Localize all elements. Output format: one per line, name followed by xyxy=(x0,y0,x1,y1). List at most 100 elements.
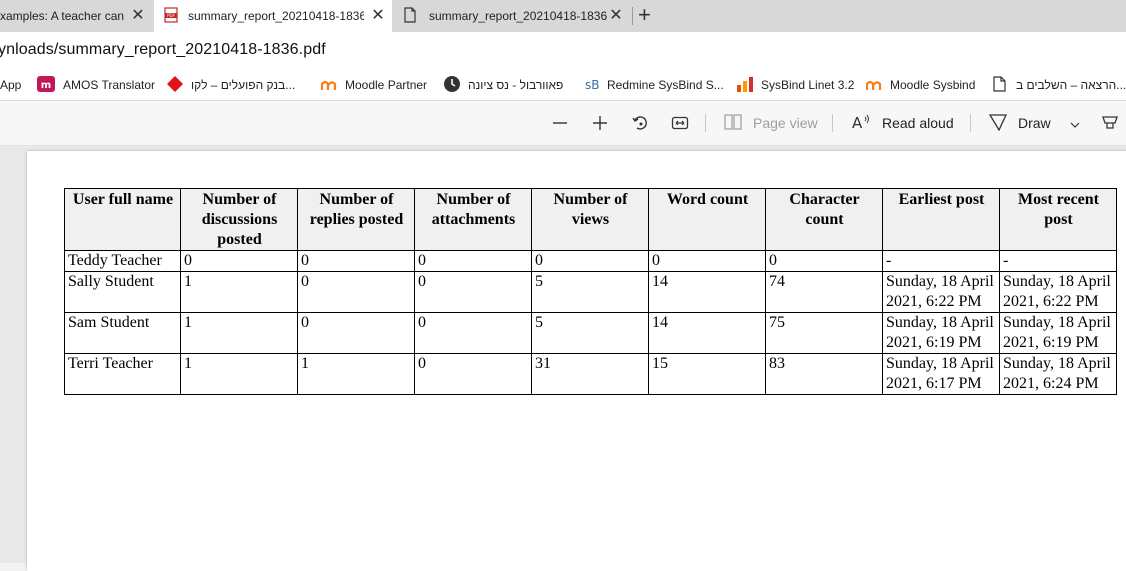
bar-chart-icon xyxy=(737,76,753,95)
table-cell: 0 xyxy=(648,250,766,272)
highlight-icon[interactable] xyxy=(1101,113,1119,133)
favorite-label: הרצאה – השלבים ב... xyxy=(1016,78,1126,92)
table-cell: Teddy Teacher xyxy=(64,250,181,272)
clock-icon xyxy=(444,75,460,95)
close-icon[interactable]: ✕ xyxy=(608,7,624,25)
column-header: Number of attachments xyxy=(414,188,532,251)
tab-label: summary_report_20210418-1836 xyxy=(188,9,364,23)
favorite-label: App xyxy=(0,78,22,92)
favorite-powerball[interactable]: פאוורבול - נס ציונה xyxy=(444,75,564,95)
table-cell: Terri Teacher xyxy=(64,353,181,395)
favorites-bar: App m AMOS Translator בנק הפועלים – לקו.… xyxy=(0,70,1126,101)
moodle-icon xyxy=(320,77,337,94)
url-text[interactable]: ynloads/summary_report_20210418-1836.pdf xyxy=(0,41,326,59)
table-row: Terri Teacher 1 1 0 31 15 83 Sunday, 18 … xyxy=(64,353,1117,395)
table-cell: Sally Student xyxy=(64,271,181,313)
table-cell: 0 xyxy=(414,353,532,395)
column-header: Number of discussions posted xyxy=(180,188,298,251)
read-aloud-button[interactable]: A Read aloud xyxy=(852,113,954,133)
table-cell: 1 xyxy=(297,353,415,395)
fit-to-page-icon[interactable] xyxy=(671,113,689,133)
close-icon[interactable]: ✕ xyxy=(130,7,146,25)
column-header: Most recent post xyxy=(999,188,1117,251)
table-cell: 0 xyxy=(297,312,415,354)
address-bar[interactable]: ynloads/summary_report_20210418-1836.pdf xyxy=(0,32,1126,70)
table-cell: - xyxy=(999,250,1117,272)
page-view-button[interactable]: Page view xyxy=(724,113,818,133)
column-header: Number of replies posted xyxy=(297,188,415,251)
amos-icon: m xyxy=(37,75,55,95)
table-cell: Sunday, 18 April 2021, 6:17 PM xyxy=(882,353,1000,395)
table-cell: 0 xyxy=(414,271,532,313)
tab-summary-report-active[interactable]: PDF summary_report_20210418-1836 ✕ xyxy=(154,0,392,32)
chevron-down-icon[interactable] xyxy=(1070,115,1080,131)
table-cell: 5 xyxy=(531,271,649,313)
tab-label: summary_report_20210418-1836 xyxy=(429,9,608,23)
zoom-out-icon[interactable] xyxy=(551,113,569,133)
table-row: Sally Student 1 0 0 5 14 74 Sunday, 18 A… xyxy=(64,271,1117,313)
close-icon[interactable]: ✕ xyxy=(370,7,386,25)
pdf-icon: PDF xyxy=(163,6,179,26)
toolbar-divider xyxy=(970,114,971,132)
table-cell: 75 xyxy=(765,312,883,354)
read-aloud-icon: A xyxy=(852,114,872,133)
new-tab-icon[interactable]: + xyxy=(638,4,651,26)
document-icon xyxy=(403,6,417,26)
page-view-label: Page view xyxy=(753,115,818,131)
table-cell: Sam Student xyxy=(64,312,181,354)
diamond-icon xyxy=(167,75,183,95)
svg-text:A: A xyxy=(852,114,863,130)
toolbar-divider xyxy=(705,114,706,132)
favorite-label: בנק הפועלים – לקו... xyxy=(191,78,296,92)
favorite-label: SysBind Linet 3.2 xyxy=(761,78,855,92)
table-cell: 1 xyxy=(180,353,298,395)
table-cell: Sunday, 18 April 2021, 6:22 PM xyxy=(882,271,1000,313)
favorite-redmine[interactable]: sB Redmine SysBind S... xyxy=(585,76,724,94)
table-cell: 0 xyxy=(414,250,532,272)
favorite-moodle-sysbind[interactable]: Moodle Sysbind xyxy=(865,76,975,94)
table-cell: 14 xyxy=(648,271,766,313)
favorite-label: Redmine SysBind S... xyxy=(607,78,724,92)
favorite-lecture[interactable]: הרצאה – השלבים ב... xyxy=(993,75,1126,95)
read-aloud-label: Read aloud xyxy=(882,115,954,131)
tab-divider xyxy=(632,7,633,25)
table-cell: Sunday, 18 April 2021, 6:22 PM xyxy=(999,271,1117,313)
moodle-icon xyxy=(865,77,882,94)
pdf-page: User full name Number of discussions pos… xyxy=(27,151,1126,571)
rotate-icon[interactable] xyxy=(631,113,649,133)
table-cell: 83 xyxy=(765,353,883,395)
table-cell: 5 xyxy=(531,312,649,354)
column-header: Character count xyxy=(765,188,883,251)
svg-text:sB: sB xyxy=(585,78,599,91)
tab-summary-report[interactable]: summary_report_20210418-1836 ✕ xyxy=(394,0,630,32)
page-view-icon xyxy=(724,113,742,133)
zoom-in-icon[interactable] xyxy=(591,113,609,133)
table-cell: 0 xyxy=(531,250,649,272)
favorite-bank-hapoalim[interactable]: בנק הפועלים – לקו... xyxy=(167,75,296,95)
favorite-moodle-partner[interactable]: Moodle Partner xyxy=(320,76,427,94)
pdf-viewer: User full name Number of discussions pos… xyxy=(0,146,1126,571)
column-header: Earliest post xyxy=(882,188,1000,251)
table-cell: Sunday, 18 April 2021, 6:19 PM xyxy=(999,312,1117,354)
favorite-amos-translator[interactable]: m AMOS Translator xyxy=(37,75,155,95)
table-row: Sam Student 1 0 0 5 14 75 Sunday, 18 Apr… xyxy=(64,312,1117,354)
table-cell: 1 xyxy=(180,271,298,313)
document-icon xyxy=(993,75,1006,95)
table-cell: 0 xyxy=(180,250,298,272)
table-cell: 0 xyxy=(765,250,883,272)
favorite-app[interactable]: App xyxy=(0,76,21,94)
table-cell: 74 xyxy=(765,271,883,313)
table-cell: Sunday, 18 April 2021, 6:19 PM xyxy=(882,312,1000,354)
column-header: User full name xyxy=(64,188,181,251)
table-cell: 1 xyxy=(180,312,298,354)
tab-examples[interactable]: xamples: A teacher can ✕ xyxy=(0,0,152,32)
table-cell: 15 xyxy=(648,353,766,395)
table-cell: 0 xyxy=(414,312,532,354)
draw-button[interactable]: Draw xyxy=(988,113,1080,133)
table-cell: 0 xyxy=(297,271,415,313)
favorite-label: פאוורבול - נס ציונה xyxy=(468,78,564,92)
pdf-toolbar: Page view A Read aloud Draw xyxy=(0,101,1126,146)
table-cell: 14 xyxy=(648,312,766,354)
favorite-sysbind-linet[interactable]: SysBind Linet 3.2 xyxy=(737,76,854,94)
summary-report-table: User full name Number of discussions pos… xyxy=(64,188,1117,395)
